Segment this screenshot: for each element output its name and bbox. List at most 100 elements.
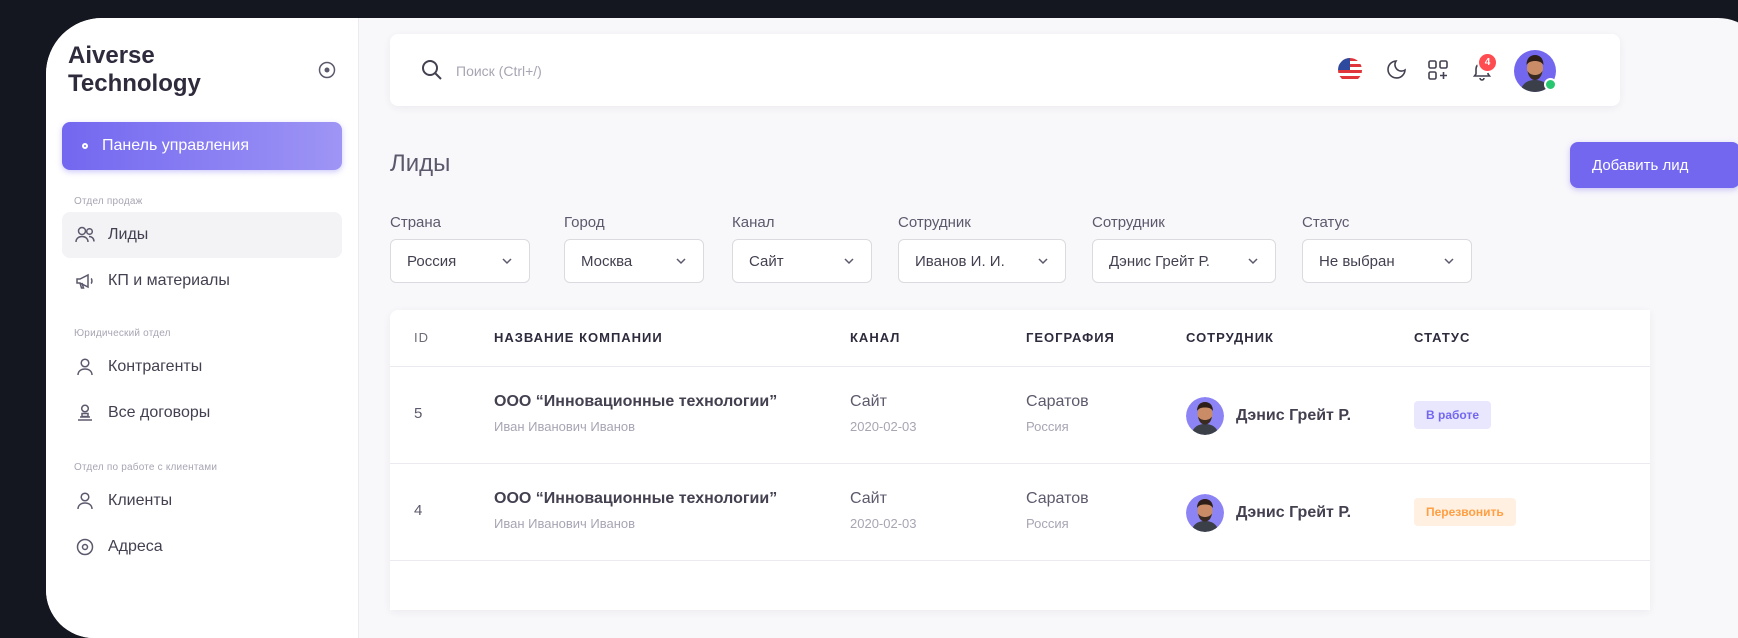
select-value: Иванов И. И. [915,252,1005,270]
cell-employee: Дэнис Грейт Р. [1186,397,1351,435]
column-header-employee: СОТРУДНИК [1186,330,1274,345]
sidebar-item-dashboard[interactable]: Панель управления [62,122,342,170]
user-icon [74,356,96,378]
chevron-down-icon [502,258,512,265]
channel-select[interactable]: Сайт [732,239,872,283]
sidebar-item-counterparties[interactable]: Контрагенты [62,344,342,390]
filter-label: Сотрудник [1092,214,1165,231]
employee-select[interactable]: Иванов И. И. [898,239,1066,283]
filter-label: Статус [1302,214,1350,231]
chevron-down-icon [1248,258,1258,265]
select-value: Дэнис Грейт Р. [1109,252,1210,270]
country-value: Россия [1026,419,1069,434]
select-value: Россия [407,252,457,270]
table-row[interactable]: 5 ООО “Инновационные технологии” Иван Ив… [390,367,1650,464]
sidebar-item-label: Клиенты [108,492,173,509]
cell-company: ООО “Инновационные технологии” Иван Иван… [494,393,777,434]
cell-id: 4 [414,502,423,519]
shortcuts-button[interactable] [1424,56,1452,84]
status-badge: Перезвонить [1414,498,1516,526]
city-select[interactable]: Москва [564,239,704,283]
top-bar: 4 [390,34,1620,106]
chevron-down-icon [676,258,686,265]
sidebar-item-proposals[interactable]: КП и материалы [62,258,342,304]
megaphone-icon [74,270,96,292]
sidebar-section-title: Отдел по работе с клиентами [74,462,218,473]
filter-status: Статус Не выбран [1302,214,1472,283]
sidebar-item-clients[interactable]: Клиенты [62,478,342,524]
column-header-id: ID [414,330,429,345]
sidebar-item-contracts[interactable]: Все договоры [62,390,342,436]
page-title: Лиды [390,150,451,177]
cell-channel: Сайт 2020-02-03 [850,490,917,531]
employee-name: Дэнис Грейт Р. [1236,407,1352,424]
employee-name: Дэнис Грейт Р. [1236,504,1352,521]
country-value: Россия [1026,516,1069,531]
city-value: Саратов [1026,393,1089,410]
sidebar-collapse-toggle[interactable] [317,60,337,80]
date-value: 2020-02-03 [850,419,917,434]
column-header-status: СТАТУС [1414,330,1471,345]
cell-geo: Саратов Россия [1026,393,1089,434]
filter-employee-2: Сотрудник Дэнис Грейт Р. [1092,214,1276,283]
sidebar-section-title: Отдел продаж [74,196,143,207]
brand-logo-text: Aiverse Technology [68,42,201,97]
users-icon [74,224,96,246]
channel-value: Сайт [850,490,887,507]
select-value: Сайт [749,252,784,270]
filter-channel: Канал Сайт [732,214,872,283]
sidebar-item-label: Адреса [108,538,163,555]
moon-icon [1387,60,1406,79]
channel-value: Сайт [850,393,887,410]
notifications-button[interactable]: 4 [1468,52,1498,84]
language-selector[interactable] [1336,56,1364,84]
sidebar-item-label: Лиды [108,226,149,243]
filter-label: Канал [732,214,775,231]
cell-channel: Сайт 2020-02-03 [850,393,917,434]
company-name[interactable]: ООО “Инновационные технологии” [494,490,777,508]
contact-name: Иван Иванович Иванов [494,516,636,531]
filter-country: Страна Россия [390,214,530,283]
city-value: Саратов [1026,490,1089,507]
status-select[interactable]: Не выбран [1302,239,1472,283]
column-header-company: НАЗВАНИЕ КОМПАНИИ [494,330,663,345]
sidebar-item-label: Панель управления [102,137,249,154]
sidebar-item-addresses[interactable]: Адреса [62,524,342,570]
select-value: Не выбран [1319,252,1395,270]
filter-label: Страна [390,214,442,231]
employee-avatar [1186,397,1224,435]
table-row[interactable]: 4 ООО “Инновационные технологии” Иван Ив… [390,464,1650,561]
filter-label: Сотрудник [898,214,971,231]
leads-table: ID НАЗВАНИЕ КОМПАНИИ КАНАЛ ГЕОГРАФИЯ СОТ… [390,310,1650,610]
sidebar-item-leads[interactable]: Лиды [62,212,342,258]
notification-count-badge: 4 [1477,52,1498,73]
add-lead-button[interactable]: Добавить лид [1570,142,1738,188]
chevron-down-icon [1038,258,1048,265]
table-header: ID НАЗВАНИЕ КОМПАНИИ КАНАЛ ГЕОГРАФИЯ СОТ… [390,310,1650,367]
country-select[interactable]: Россия [390,239,530,283]
search-input[interactable] [454,54,1058,88]
cell-employee: Дэнис Грейт Р. [1186,494,1351,532]
user-icon [74,490,96,512]
user-avatar[interactable] [1514,50,1557,92]
status-badge: В работе [1414,401,1491,429]
select-value: Москва [581,252,633,270]
radio-toggle-icon [318,61,336,79]
app-window: Aiverse Technology Панель управления Отд… [46,18,1738,638]
contact-name: Иван Иванович Иванов [494,419,636,434]
employee-avatar [1186,494,1224,532]
employee-select-2[interactable]: Дэнис Грейт Р. [1092,239,1276,283]
column-header-channel: КАНАЛ [850,330,901,345]
date-value: 2020-02-03 [850,516,917,531]
theme-toggle[interactable] [1382,56,1410,84]
user-stamp-icon [74,402,96,424]
filter-label: Город [564,214,605,231]
cell-id: 5 [414,405,423,422]
location-icon [74,536,96,558]
filter-city: Город Москва [564,214,704,283]
sidebar-item-label: КП и материалы [108,272,230,289]
company-name[interactable]: ООО “Инновационные технологии” [494,393,777,411]
circle-dot-icon [82,143,88,149]
filter-employee: Сотрудник Иванов И. И. [898,214,1066,283]
grid-plus-icon [1428,60,1448,80]
